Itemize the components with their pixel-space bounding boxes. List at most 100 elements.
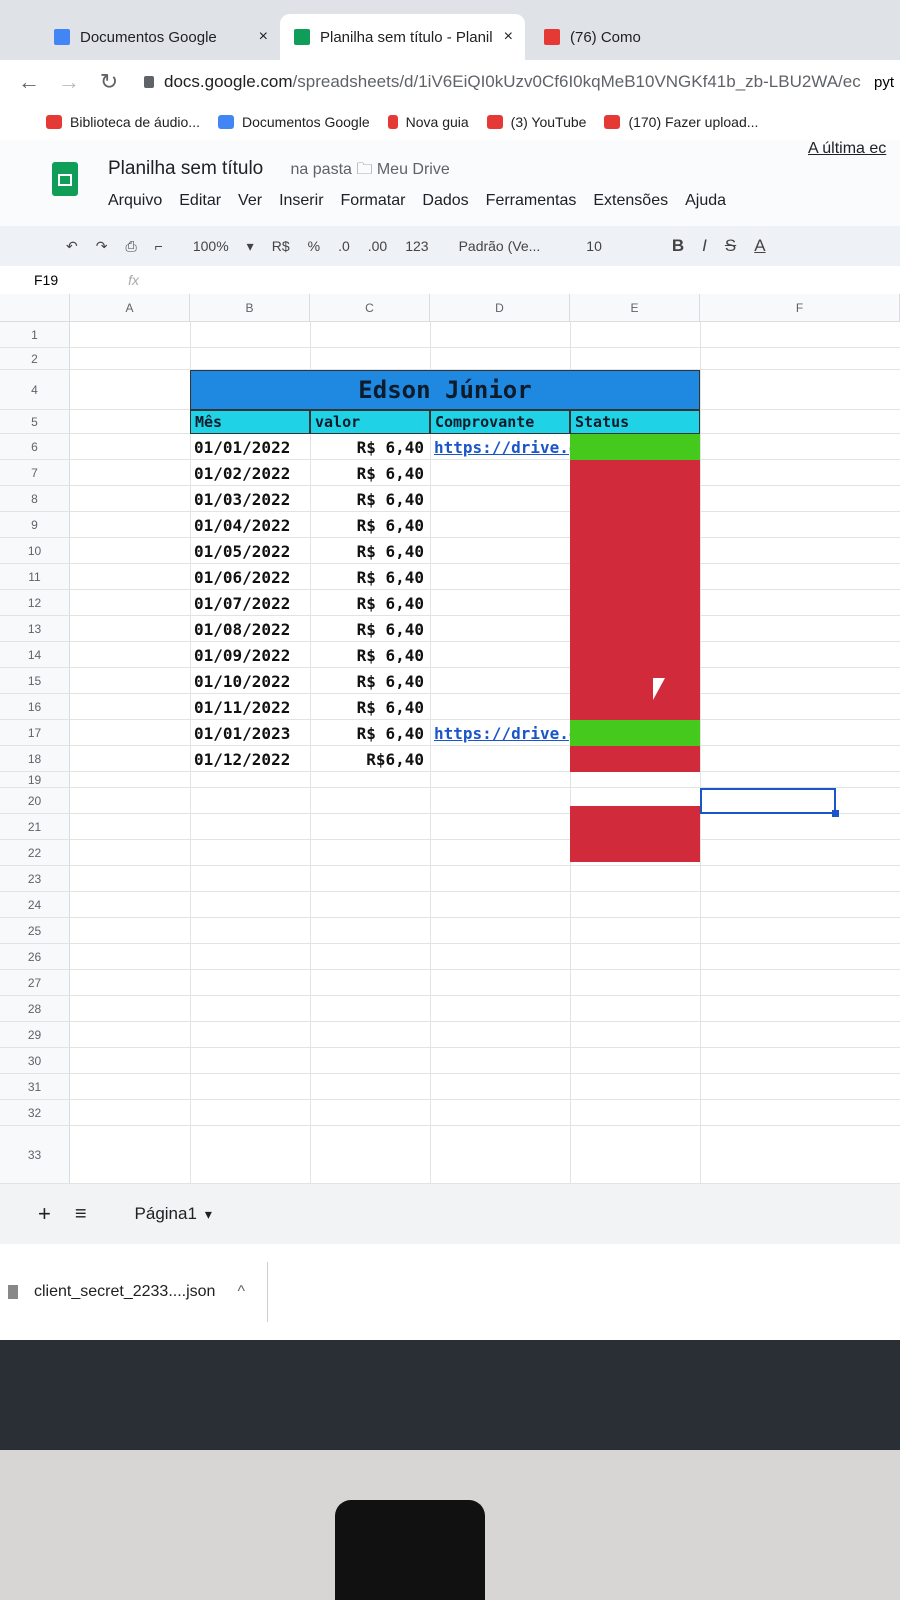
status-cell[interactable] <box>570 642 700 668</box>
name-box[interactable]: F19 <box>34 272 58 288</box>
row-header[interactable]: 19 <box>0 772 70 788</box>
month-cell[interactable]: 01/01/2023 <box>190 720 310 746</box>
all-sheets-button[interactable]: ≡ <box>75 1203 87 1226</box>
row-header[interactable]: 5 <box>0 410 70 434</box>
value-cell[interactable]: R$ 6,40 <box>310 538 430 564</box>
selected-cell-f19[interactable] <box>700 788 839 817</box>
row-header[interactable]: 28 <box>0 996 70 1022</box>
row-header[interactable]: 24 <box>0 892 70 918</box>
row-header[interactable]: 4 <box>0 370 70 410</box>
number-format-button[interactable]: 123 <box>405 238 428 254</box>
download-filename[interactable]: client_secret_2233....json <box>34 1283 215 1301</box>
row-header[interactable]: 11 <box>0 564 70 590</box>
value-cell[interactable]: R$ 6,40 <box>310 590 430 616</box>
month-cell[interactable]: 01/09/2022 <box>190 642 310 668</box>
status-cell[interactable] <box>570 538 700 564</box>
percent-button[interactable]: % <box>308 238 320 254</box>
currency-button[interactable]: R$ <box>272 238 290 254</box>
chevron-up-icon[interactable]: ^ <box>237 1283 245 1301</box>
menu-ajuda[interactable]: Ajuda <box>685 192 726 210</box>
receipt-cell[interactable] <box>430 694 570 720</box>
back-arrow-icon[interactable]: ← <box>18 69 40 95</box>
header-receipt[interactable]: Comprovante <box>430 410 570 434</box>
status-cell[interactable] <box>570 460 700 486</box>
row-header[interactable]: 14 <box>0 642 70 668</box>
row-header[interactable]: 12 <box>0 590 70 616</box>
status-cell[interactable] <box>570 590 700 616</box>
receipt-cell[interactable] <box>430 486 570 512</box>
month-cell[interactable]: 01/04/2022 <box>190 512 310 538</box>
row-header[interactable]: 2 <box>0 348 70 370</box>
value-cell[interactable]: R$ 6,40 <box>310 486 430 512</box>
receipt-cell[interactable] <box>430 512 570 538</box>
document-title[interactable]: Planilha sem título na pasta 🗀 Meu Drive <box>108 158 450 185</box>
month-cell[interactable]: 01/10/2022 <box>190 668 310 694</box>
menu-editar[interactable]: Editar <box>179 192 221 210</box>
print-icon[interactable]: ⎙ <box>125 238 136 255</box>
spreadsheet-grid[interactable]: A B C D E F 1 2 4 5 6 7 8 9 10 11 12 13 14 15 16 17 18 19… <box>0 294 900 1184</box>
row-header[interactable]: 1 <box>0 322 70 348</box>
column-header-b[interactable]: B <box>190 294 310 322</box>
forward-arrow-icon[interactable]: → <box>58 69 80 95</box>
row-header[interactable]: 17 <box>0 720 70 746</box>
redo-icon[interactable]: ↷ <box>96 238 108 255</box>
row-header[interactable]: 32 <box>0 1100 70 1126</box>
zoom-select[interactable]: 100% <box>193 238 229 254</box>
row-header[interactable]: 23 <box>0 866 70 892</box>
receipt-cell[interactable] <box>430 616 570 642</box>
status-cell[interactable] <box>570 512 700 538</box>
bookmark-extra[interactable]: pyt <box>874 74 894 91</box>
url-field[interactable]: docs.google.com/spreadsheets/d/1iV6EiQI0… <box>164 72 861 92</box>
value-cell[interactable]: R$ 6,40 <box>310 616 430 642</box>
row-header[interactable]: 15 <box>0 668 70 694</box>
row-header[interactable]: 10 <box>0 538 70 564</box>
month-cell[interactable]: 01/02/2022 <box>190 460 310 486</box>
menu-extensoes[interactable]: Extensões <box>593 192 668 210</box>
status-cell[interactable] <box>570 668 700 694</box>
value-cell[interactable]: R$ 6,40 <box>310 720 430 746</box>
value-cell[interactable]: R$ 6,40 <box>310 642 430 668</box>
status-cell[interactable] <box>570 694 700 720</box>
row-header[interactable]: 9 <box>0 512 70 538</box>
status-cell[interactable] <box>570 486 700 512</box>
menu-arquivo[interactable]: Arquivo <box>108 192 162 210</box>
row-header[interactable]: 18 <box>0 746 70 772</box>
month-cell[interactable]: 01/01/2022 <box>190 434 310 460</box>
text-color-button[interactable]: A <box>754 236 765 256</box>
chevron-down-icon[interactable]: ▾ <box>247 238 254 255</box>
menu-dados[interactable]: Dados <box>422 192 468 210</box>
month-cell[interactable]: 01/08/2022 <box>190 616 310 642</box>
add-sheet-button[interactable]: + <box>38 1201 51 1227</box>
menu-inserir[interactable]: Inserir <box>279 192 323 210</box>
status-cell[interactable] <box>570 746 700 772</box>
tab-planilha[interactable]: Planilha sem título - Planil × <box>280 14 525 60</box>
row-header[interactable]: 30 <box>0 1048 70 1074</box>
italic-button[interactable]: I <box>702 236 707 256</box>
status-cell[interactable] <box>570 564 700 590</box>
close-icon[interactable]: × <box>259 28 268 46</box>
row-header[interactable]: 27 <box>0 970 70 996</box>
decrease-decimal-button[interactable]: .0 <box>338 238 350 254</box>
reload-icon[interactable]: ↻ <box>98 69 120 95</box>
menu-ver[interactable]: Ver <box>238 192 262 210</box>
receipt-cell[interactable] <box>430 642 570 668</box>
row-header[interactable]: 16 <box>0 694 70 720</box>
month-cell[interactable]: 01/07/2022 <box>190 590 310 616</box>
row-header[interactable]: 33 <box>0 1126 70 1184</box>
value-cell[interactable]: R$ 6,40 <box>310 564 430 590</box>
last-edit-link[interactable]: A última ec <box>808 140 886 158</box>
bold-button[interactable]: B <box>672 236 684 256</box>
header-month[interactable]: Mês <box>190 410 310 434</box>
month-cell[interactable]: 01/12/2022 <box>190 746 310 772</box>
row-header[interactable]: 29 <box>0 1022 70 1048</box>
status-cell[interactable] <box>570 720 700 746</box>
close-icon[interactable]: × <box>504 28 513 46</box>
receipt-cell[interactable]: https://drive.g <box>430 434 570 460</box>
bookmark-item[interactable]: (3) YouTube <box>486 114 586 130</box>
row-header[interactable]: 22 <box>0 840 70 866</box>
receipt-cell[interactable] <box>430 590 570 616</box>
sheet-tab-pagina1[interactable]: Página1 <box>135 1204 197 1224</box>
receipt-cell[interactable] <box>430 564 570 590</box>
status-cell[interactable] <box>570 616 700 642</box>
strikethrough-button[interactable]: S <box>725 236 736 256</box>
